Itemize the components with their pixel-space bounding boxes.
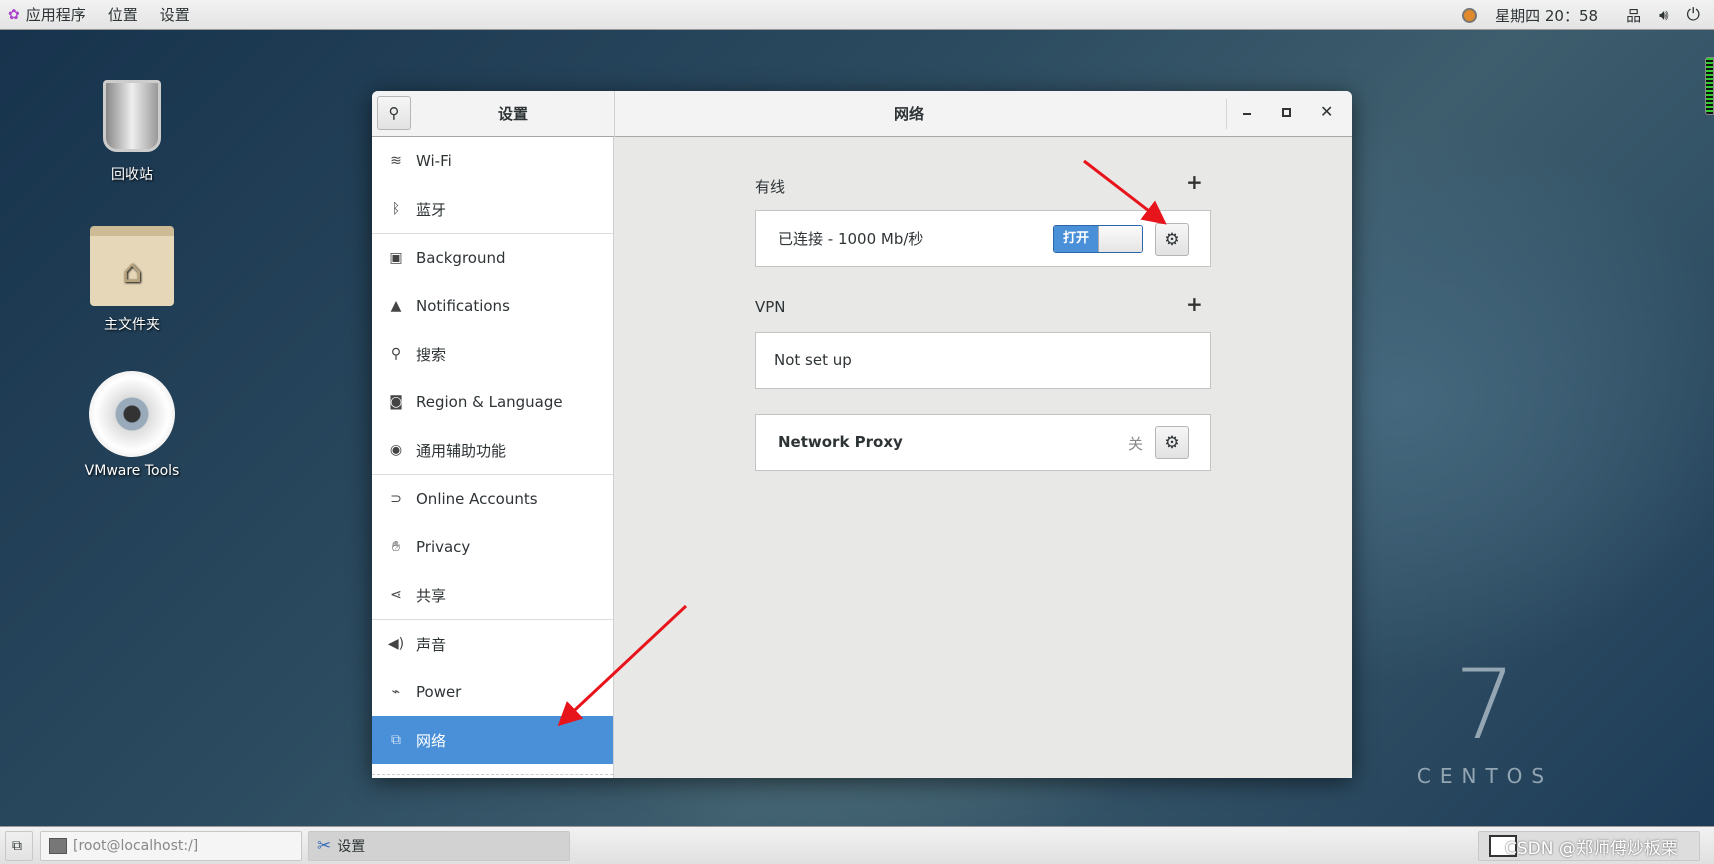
taskbar-settings[interactable]: ✂ 设置 — [308, 831, 570, 861]
workspace-switcher[interactable]: CSDN @郑师傅炒板栗 — [1478, 831, 1700, 861]
show-desktop-button[interactable]: ⧉ — [5, 831, 33, 861]
watermark: CSDN @郑师傅炒板栗 — [1505, 838, 1678, 859]
terminal-label: [root@localhost:/] — [73, 838, 199, 854]
settings-label: 设置 — [337, 839, 366, 855]
arrow-to-network — [557, 604, 688, 727]
terminal-icon — [49, 838, 67, 854]
workspace-icon: ⧉ — [12, 838, 22, 854]
tools-icon: ✂ — [317, 836, 332, 856]
arrow-to-gear — [1083, 159, 1167, 225]
taskbar-terminal[interactable]: [root@localhost:/] — [40, 831, 302, 861]
taskbar: ⧉ [root@localhost:/] ✂ 设置 CSDN @郑师傅炒板栗 — [0, 826, 1714, 864]
annotation-arrows — [557, 159, 1167, 727]
